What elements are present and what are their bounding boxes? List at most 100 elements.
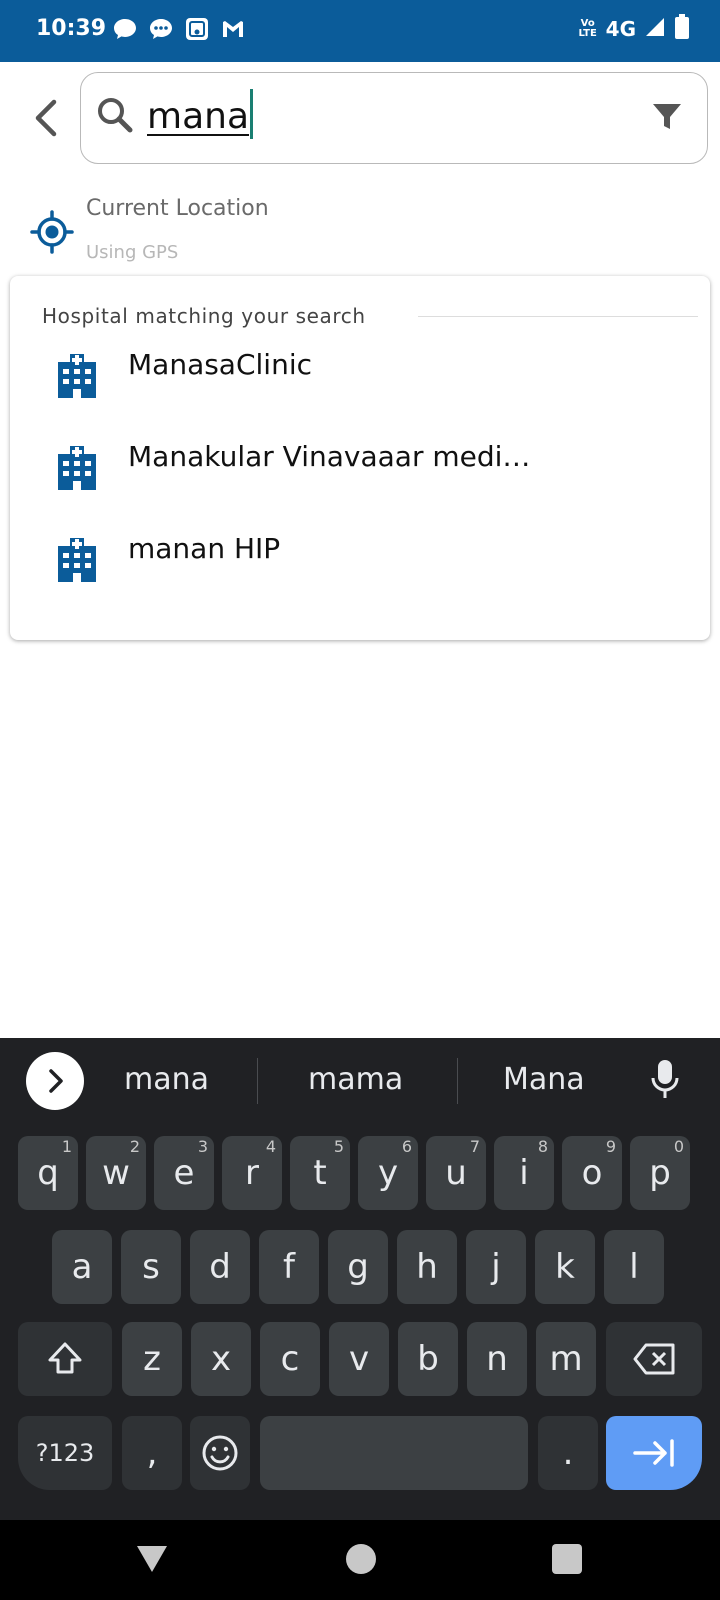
hospital-icon — [54, 532, 100, 582]
key-x[interactable]: x — [191, 1322, 251, 1396]
key-label: t — [313, 1153, 327, 1193]
notification-icons — [112, 16, 246, 42]
key-h[interactable]: h — [397, 1230, 457, 1304]
key-label: x — [210, 1339, 232, 1379]
key-f[interactable]: f — [259, 1230, 319, 1304]
nav-recents-button[interactable] — [552, 1544, 582, 1574]
key-label: l — [629, 1247, 639, 1287]
key-hint: 9 — [605, 1137, 616, 1156]
key-label: s — [142, 1247, 160, 1287]
comma-key[interactable]: , — [122, 1416, 182, 1490]
suggestion-1[interactable]: mana — [124, 1062, 209, 1097]
chevron-left-icon — [35, 99, 57, 137]
key-hint: 6 — [401, 1137, 412, 1156]
tab-arrow-icon — [633, 1439, 674, 1467]
key-label: n — [486, 1339, 508, 1379]
nav-home-button[interactable] — [346, 1544, 376, 1574]
key-u[interactable]: u7 — [426, 1136, 486, 1210]
key-a[interactable]: a — [52, 1230, 112, 1304]
status-time: 10:39 — [36, 16, 107, 41]
gps-target-icon — [30, 210, 74, 254]
nav-back-button[interactable] — [134, 1542, 170, 1576]
key-hint: 4 — [265, 1137, 276, 1156]
key-label: w — [102, 1153, 130, 1193]
triangle-back-icon — [137, 1546, 167, 1572]
emoji-icon — [202, 1435, 238, 1471]
chat-bubble-icon — [112, 16, 138, 42]
filter-icon — [653, 104, 681, 129]
shift-key[interactable] — [18, 1322, 112, 1396]
key-d[interactable]: d — [190, 1230, 250, 1304]
filter-button[interactable] — [651, 101, 683, 133]
key-label: j — [491, 1247, 501, 1287]
period-key[interactable]: . — [538, 1416, 598, 1490]
key-o[interactable]: o9 — [562, 1136, 622, 1210]
key-g[interactable]: g — [328, 1230, 388, 1304]
results-divider — [418, 316, 698, 317]
result-label: ManasaClinic — [128, 348, 312, 381]
current-location-option[interactable]: Current Location Using GPS — [0, 190, 720, 276]
key-label: v — [348, 1339, 370, 1379]
suggestion-3[interactable]: Mana — [503, 1062, 585, 1097]
key-n[interactable]: n — [467, 1322, 527, 1396]
key-z[interactable]: z — [122, 1322, 182, 1396]
key-c[interactable]: c — [260, 1322, 320, 1396]
key-p[interactable]: p0 — [630, 1136, 690, 1210]
chevron-right-icon — [49, 1069, 63, 1093]
key-i[interactable]: i8 — [494, 1136, 554, 1210]
result-item-manasaclinic[interactable]: ManasaClinic — [10, 348, 710, 438]
expand-toolbar-button[interactable] — [26, 1052, 84, 1110]
key-q[interactable]: q1 — [18, 1136, 78, 1210]
key-j[interactable]: j — [466, 1230, 526, 1304]
key-e[interactable]: e3 — [154, 1136, 214, 1210]
key-t[interactable]: t5 — [290, 1136, 350, 1210]
suggestion-bar: mana mama Mana — [0, 1038, 720, 1124]
key-r[interactable]: r4 — [222, 1136, 282, 1210]
key-label: c — [280, 1339, 300, 1379]
key-label: k — [555, 1247, 575, 1287]
key-hint: 2 — [129, 1137, 140, 1156]
key-label: e — [173, 1153, 195, 1193]
status-right: Vo LTE 4G — [578, 14, 690, 44]
result-label: manan HIP — [128, 532, 281, 565]
results-header: Hospital matching your search — [42, 304, 366, 328]
key-label: u — [445, 1153, 467, 1193]
key-label: d — [209, 1247, 231, 1287]
emoji-key[interactable] — [190, 1416, 250, 1490]
key-b[interactable]: b — [398, 1322, 458, 1396]
network-type: 4G — [605, 17, 636, 41]
status-bar: 10:39 Vo LTE 4G — [0, 0, 720, 62]
space-key[interactable] — [260, 1416, 528, 1490]
system-nav-bar — [0, 1520, 720, 1600]
key-label: y — [377, 1153, 399, 1193]
shift-icon — [48, 1342, 82, 1374]
key-m[interactable]: m — [536, 1322, 596, 1396]
mic-icon[interactable] — [650, 1058, 680, 1102]
battery-icon — [674, 14, 690, 44]
result-item-manan-hip[interactable]: manan HIP — [10, 532, 710, 622]
key-label: q — [37, 1153, 59, 1193]
key-l[interactable]: l — [604, 1230, 664, 1304]
key-y[interactable]: y6 — [358, 1136, 418, 1210]
suggestion-2[interactable]: mama — [308, 1062, 403, 1097]
key-k[interactable]: k — [535, 1230, 595, 1304]
key-hint: 1 — [61, 1137, 72, 1156]
key-hint: 0 — [673, 1137, 684, 1156]
current-location-subtitle: Using GPS — [86, 242, 179, 263]
gallery-icon — [184, 16, 210, 42]
back-button[interactable] — [28, 96, 64, 140]
symbols-key[interactable]: ?123 — [18, 1416, 112, 1490]
search-field[interactable]: mana — [80, 72, 708, 164]
key-w[interactable]: w2 — [86, 1136, 146, 1210]
key-label: z — [143, 1339, 161, 1379]
hospital-icon — [54, 440, 100, 490]
key-label: g — [347, 1247, 369, 1287]
key-label: h — [416, 1247, 438, 1287]
backspace-key[interactable] — [606, 1322, 702, 1396]
key-label: i — [519, 1153, 529, 1193]
enter-key[interactable] — [606, 1416, 702, 1490]
key-v[interactable]: v — [329, 1322, 389, 1396]
search-input[interactable]: mana — [147, 89, 254, 143]
key-s[interactable]: s — [121, 1230, 181, 1304]
result-item-manakular[interactable]: Manakular Vinavaaar medi… — [10, 440, 710, 530]
